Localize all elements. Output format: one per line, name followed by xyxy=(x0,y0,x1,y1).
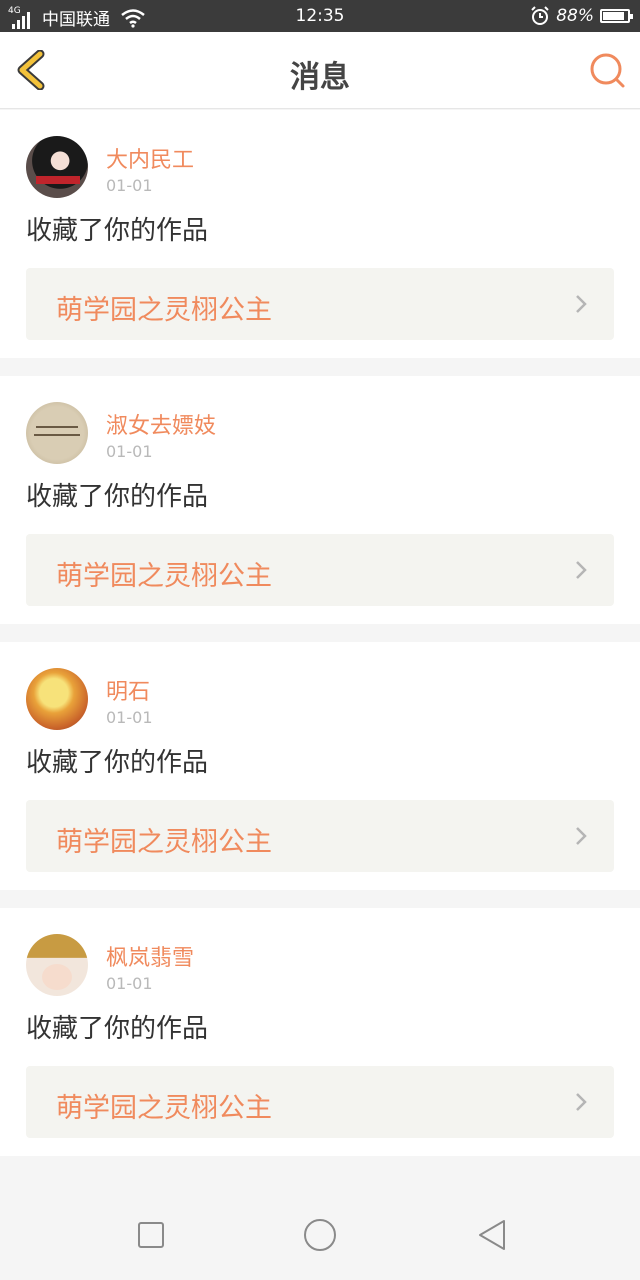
username[interactable]: 大内民工 xyxy=(106,142,194,174)
work-title: 萌学园之灵栩公主 xyxy=(56,295,272,326)
status-bar: 4G 中国联通 12:35 88% xyxy=(0,0,640,32)
work-title: 萌学园之灵栩公主 xyxy=(56,1093,272,1124)
message-date: 01-01 xyxy=(106,442,153,461)
avatar[interactable] xyxy=(26,136,88,198)
system-nav-bar xyxy=(0,1190,640,1280)
header: 消息 xyxy=(0,32,640,109)
message-action: 收藏了你的作品 xyxy=(26,1014,209,1044)
work-title: 萌学园之灵栩公主 xyxy=(56,827,272,858)
avatar[interactable] xyxy=(26,668,88,730)
username[interactable]: 明石 xyxy=(106,674,150,706)
status-right: 88% xyxy=(530,6,633,26)
battery-icon xyxy=(600,9,633,23)
message-card: 明石 01-01 收藏了你的作品 萌学园之灵栩公主 xyxy=(0,642,640,890)
home-icon[interactable] xyxy=(303,1218,337,1252)
search-icon[interactable] xyxy=(588,52,626,90)
recent-apps-icon[interactable] xyxy=(134,1218,168,1252)
battery-percent: 88% xyxy=(556,6,594,26)
work-link[interactable]: 萌学园之灵栩公主 xyxy=(26,534,614,606)
message-action: 收藏了你的作品 xyxy=(26,482,209,512)
message-card: 大内民工 01-01 收藏了你的作品 萌学园之灵栩公主 xyxy=(0,110,640,358)
work-link[interactable]: 萌学园之灵栩公主 xyxy=(26,268,614,340)
page-title: 消息 xyxy=(290,60,350,95)
avatar[interactable] xyxy=(26,934,88,996)
work-link[interactable]: 萌学园之灵栩公主 xyxy=(26,1066,614,1138)
back-icon[interactable] xyxy=(474,1218,508,1252)
chevron-right-icon xyxy=(576,295,587,313)
message-action: 收藏了你的作品 xyxy=(26,748,209,778)
message-card: 淑女去嫖妓 01-01 收藏了你的作品 萌学园之灵栩公主 xyxy=(0,376,640,624)
work-link[interactable]: 萌学园之灵栩公主 xyxy=(26,800,614,872)
message-date: 01-01 xyxy=(106,708,153,727)
message-date: 01-01 xyxy=(106,176,153,195)
chevron-right-icon xyxy=(576,827,587,845)
username[interactable]: 枫岚翡雪 xyxy=(106,940,194,972)
avatar[interactable] xyxy=(26,402,88,464)
work-title: 萌学园之灵栩公主 xyxy=(56,561,272,592)
chevron-right-icon xyxy=(576,1093,587,1111)
chevron-right-icon xyxy=(576,561,587,579)
message-action: 收藏了你的作品 xyxy=(26,216,209,246)
message-card: 枫岚翡雪 01-01 收藏了你的作品 萌学园之灵栩公主 xyxy=(0,908,640,1156)
alarm-icon xyxy=(531,6,549,25)
username[interactable]: 淑女去嫖妓 xyxy=(106,408,216,440)
message-date: 01-01 xyxy=(106,974,153,993)
